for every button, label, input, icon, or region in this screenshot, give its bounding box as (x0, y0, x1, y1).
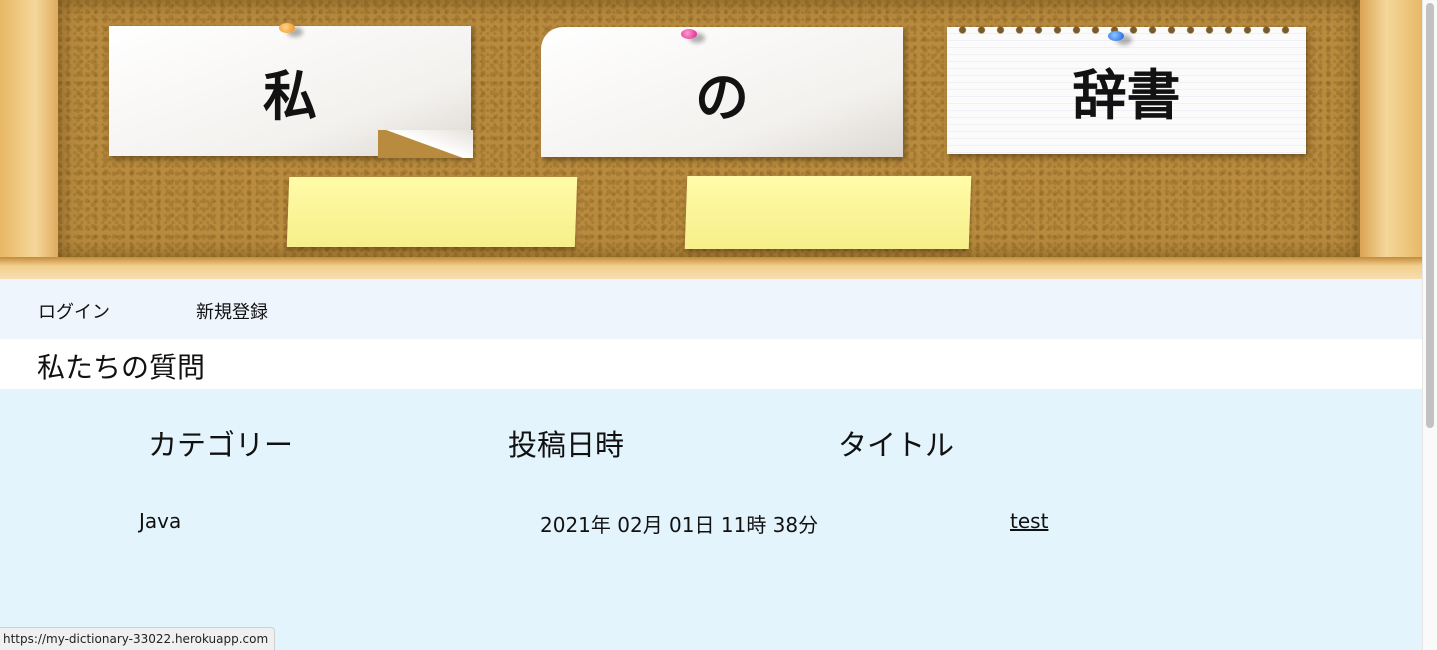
column-header-title: タイトル (838, 428, 955, 462)
orange-pin-icon (279, 23, 295, 33)
page-curl (378, 130, 473, 158)
login-link[interactable]: ログイン (38, 298, 110, 324)
cell-category: Java (139, 509, 182, 533)
note-card-right: 辞書 (947, 25, 1306, 154)
cell-posted-at: 2021年 02月 01日 11時 38分 (540, 513, 819, 537)
page-title: 私たちの質問 (37, 351, 206, 384)
header-banner: 私 の 辞書 (0, 0, 1422, 279)
pink-pin-icon (681, 29, 697, 39)
sticky-note-right (684, 176, 972, 249)
banner-char-no: の (695, 64, 749, 129)
note-card-left: 私 (109, 26, 473, 158)
question-title-link[interactable]: test (1010, 509, 1048, 533)
sticky-note-left (286, 177, 578, 247)
column-header-category: カテゴリー (148, 428, 294, 462)
heading-band: 私たちの質問 (0, 339, 1422, 389)
scrollbar-thumb[interactable] (1426, 3, 1434, 428)
spiral-rings (953, 25, 1300, 35)
nav-bar: ログイン 新規登録 (0, 279, 1422, 339)
banner-char-watashi: 私 (263, 63, 317, 128)
note-card-middle: の (541, 27, 903, 157)
blue-pin-icon (1108, 31, 1124, 41)
frame-bottom (0, 257, 1422, 279)
column-header-posted-at: 投稿日時 (508, 428, 625, 462)
banner-char-jisho: 辞書 (1072, 63, 1181, 127)
signup-link[interactable]: 新規登録 (196, 298, 268, 324)
status-bar-url: https://my-dictionary-33022.herokuapp.co… (0, 627, 276, 650)
vertical-scrollbar[interactable] (1422, 0, 1437, 650)
